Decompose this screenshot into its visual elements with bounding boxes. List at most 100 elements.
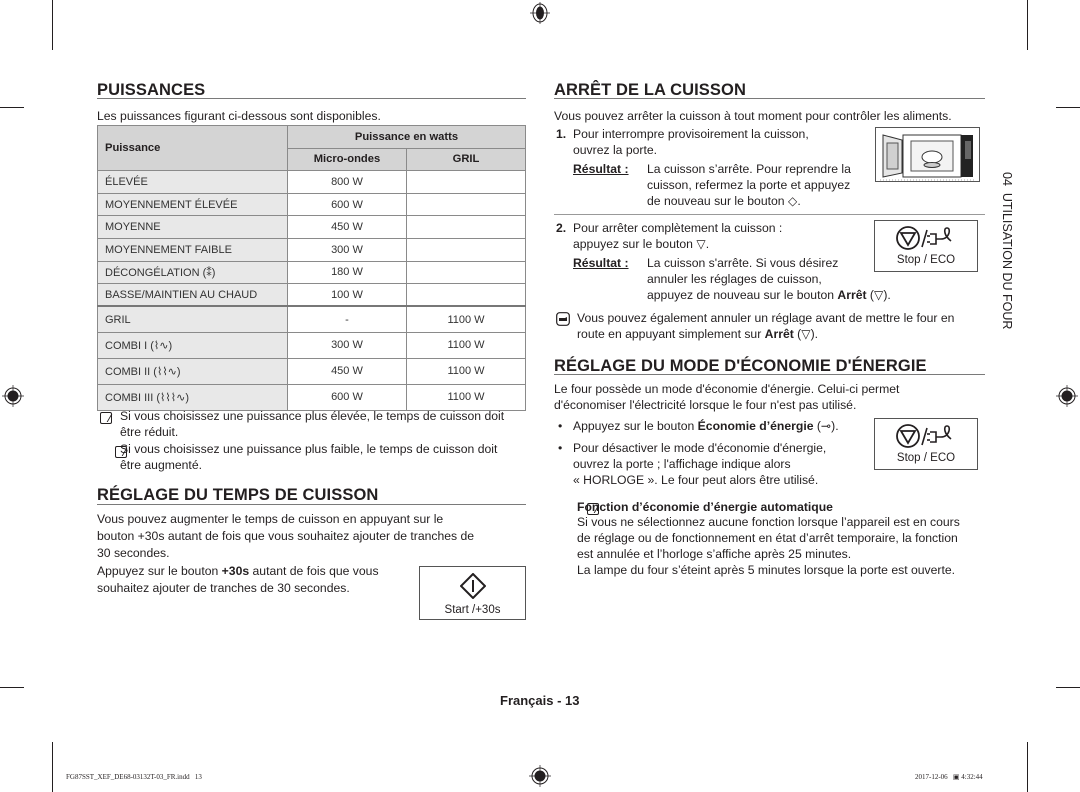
note-line: être réduit. [120, 425, 179, 439]
row-micro: - [286, 305, 408, 333]
puissances-intro: Les puissances figurant ci-dessous sont … [97, 109, 381, 123]
microwave-open-door-illustration [875, 127, 980, 182]
divider [554, 214, 985, 215]
row-micro: 800 W [286, 170, 408, 194]
stop-eco-button-illustration: Stop / ECO [874, 418, 978, 470]
row-name: COMBI III (⌇⌇⌇∿) [97, 383, 288, 411]
crop-mark [1056, 687, 1080, 688]
stop-eco-label: Stop / ECO [896, 254, 956, 266]
result-label: Résultat : [573, 256, 629, 270]
chapter-side-tab: 04 UTILISATION DU FOUR [1000, 172, 1014, 330]
arret-intro: Vous pouvez arrêter la cuisson à tout mo… [554, 109, 952, 123]
note-line: être augmenté. [120, 458, 202, 472]
para-line: bouton +30s autant de fois que vous souh… [97, 529, 475, 543]
table-row: ÉLEVÉE 800 W [97, 170, 526, 194]
note-line: Si vous choisissez une puissance plus él… [120, 409, 505, 423]
table-row: COMBI I (⌇∿) 300 W 1100 W [97, 331, 526, 359]
para-line: 30 secondes. [97, 546, 170, 560]
row-name: GRIL [97, 305, 288, 333]
stop-eco-button-illustration: Stop / ECO [874, 220, 978, 272]
temps-para1: Vous pouvez augmenter le temps de cuisso… [97, 511, 474, 562]
registration-mark-icon [529, 765, 551, 787]
side-tab-anchor: 04 UTILISATION DU FOUR [1000, 172, 1014, 329]
table-row: MOYENNEMENT ÉLEVÉE 600 W [97, 192, 526, 217]
text: Appuyez sur le bouton [97, 564, 222, 578]
auto-line: de réglage ou de fonctionnement en état … [577, 531, 958, 545]
result-line: de nouveau sur le bouton ◇. [647, 194, 801, 208]
stop-eco-icon [896, 226, 952, 250]
row-gril: 1100 W [406, 357, 526, 385]
eco-intro: Le four possède un mode d'économie d'éne… [554, 381, 899, 413]
row-gril: 1100 W [406, 383, 526, 411]
row-gril [406, 237, 526, 262]
row-name: MOYENNE [97, 215, 288, 239]
intro-line: d'économiser l'électricité lorsque le fo… [554, 398, 857, 412]
eco-bullet-2: Pour désactiver le mode d'économie d'éne… [573, 440, 826, 488]
para-line: Vous pouvez augmenter le temps de cuisso… [97, 512, 444, 526]
table-row: MOYENNEMENT FAIBLE 300 W [97, 237, 526, 262]
auto-eco-text: Si vous ne sélectionnez aucune fonction … [577, 514, 960, 578]
row-name: DÉCONGÉLATION (⁑) [97, 260, 288, 285]
auto-line: est annulée et l’horloge s’affiche après… [577, 547, 852, 561]
para-line: souhaitez ajouter de tranches de 30 seco… [97, 581, 350, 595]
tip-hand-icon [556, 312, 570, 326]
text: Appuyez sur le bouton [573, 419, 698, 433]
crop-mark [52, 0, 53, 50]
row-micro: 600 W [286, 192, 408, 217]
row-gril [406, 170, 526, 194]
step2-result: La cuisson s'arrête. Si vous désirez ann… [647, 255, 891, 303]
row-micro: 450 W [286, 357, 408, 385]
row-micro: 300 W [286, 331, 408, 359]
note-line: Si vous choisissez une puissance plus fa… [120, 442, 498, 456]
text: route en appuyant simplement sur [577, 327, 765, 341]
temps-para2: Appuyez sur le bouton +30s autant de foi… [97, 563, 379, 597]
step-line: Pour arrêter complètement la cuisson : [573, 221, 783, 235]
note-text: Si vous choisissez une puissance plus fa… [120, 441, 497, 473]
table-row: COMBI II (⌇⌇∿) 450 W 1100 W [97, 357, 526, 385]
step1-result: La cuisson s’arrête. Pour reprendre la c… [647, 161, 851, 209]
step-line: appuyez sur le bouton ▽. [573, 237, 710, 251]
crop-mark [0, 107, 24, 108]
crop-mark [1027, 742, 1028, 792]
result-line: annuler les réglages de cuisson, [647, 272, 822, 286]
section-title-eco: RÉGLAGE DU MODE D'ÉCONOMIE D'ÉNERGIE [554, 357, 927, 375]
eco-bullet-1: Appuyez sur le bouton Économie d’énergie… [573, 418, 839, 434]
tip-text: Vous pouvez également annuler un réglage… [577, 310, 954, 342]
bullet-line: ouvrez la porte ; l'affichage indique al… [573, 457, 791, 471]
row-gril [406, 215, 526, 239]
row-micro: 300 W [286, 237, 408, 262]
row-name: BASSE/MAINTIEN AU CHAUD [97, 283, 288, 307]
section-rule [97, 98, 526, 99]
registration-mark-icon [530, 2, 550, 24]
table-row: COMBI III (⌇⌇⌇∿) 600 W 1100 W [97, 383, 526, 411]
table-row: MOYENNE 450 W [97, 215, 526, 239]
result-line: La cuisson s'arrête. Si vous désirez [647, 256, 839, 270]
section-rule [97, 504, 526, 505]
tip-line: Vous pouvez également annuler un réglage… [577, 311, 955, 325]
stop-eco-icon [896, 424, 952, 448]
start-button-illustration: Start /+30s [419, 566, 526, 620]
table-row: BASSE/MAINTIEN AU CHAUD 100 W [97, 283, 526, 307]
section-rule [554, 374, 985, 375]
col-header-micro: Micro-ondes [286, 147, 408, 172]
step-number: 1. [556, 127, 567, 141]
row-name: COMBI II (⌇⌇∿) [97, 357, 288, 385]
col-header-group: Puissance en watts [286, 125, 527, 149]
registration-mark-icon [1056, 385, 1078, 407]
power-table: Puissance Puissance en watts Micro-ondes… [97, 124, 527, 411]
section-title-temps: RÉGLAGE DU TEMPS DE CUISSON [97, 486, 379, 504]
page-number: Français - 13 [500, 693, 580, 708]
table-row: DÉCONGÉLATION (⁑) 180 W [97, 260, 526, 285]
row-micro: 100 W [286, 283, 408, 307]
step1-text: Pour interrompre provisoirement la cuiss… [573, 126, 809, 158]
section-title-puissances: PUISSANCES [97, 81, 206, 99]
print-slug: FG87SST_XEF_DE68-03132T-03_FR.indd 13 [66, 773, 202, 781]
crop-mark [0, 687, 24, 688]
table-row: GRIL -1100 W [97, 305, 526, 333]
row-micro: 600 W [286, 383, 408, 411]
col-header-puissance: Puissance [97, 124, 288, 172]
row-name: MOYENNEMENT FAIBLE [97, 237, 288, 262]
row-gril [406, 192, 526, 217]
text: appuyez de nouveau sur le bouton [647, 288, 838, 302]
result-line: cuisson, refermez la porte et appuyez [647, 178, 851, 192]
